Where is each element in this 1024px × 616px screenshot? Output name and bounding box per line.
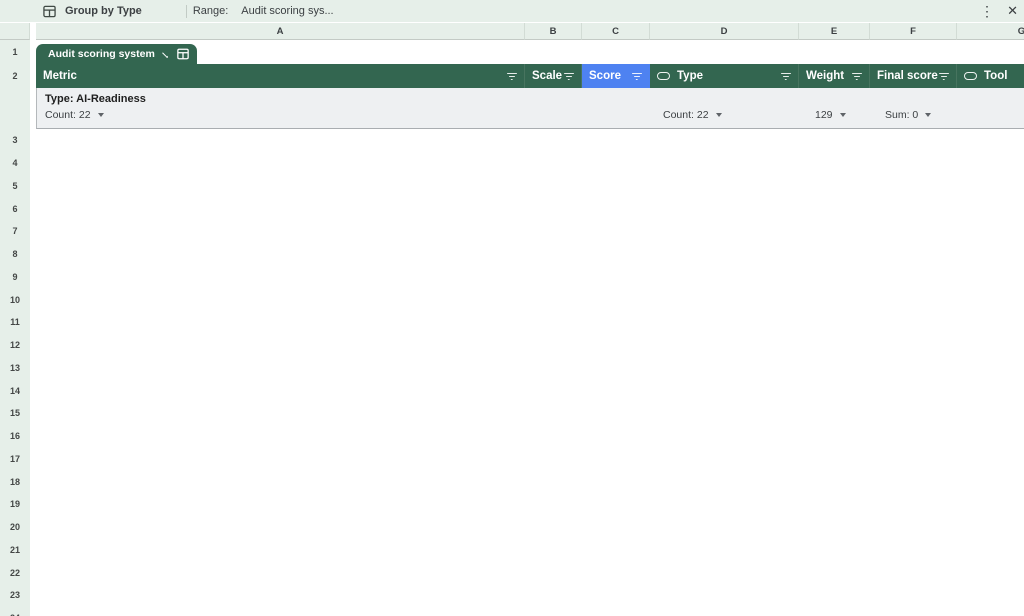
final-sum-dropdown[interactable]: Sum: 0 bbox=[885, 109, 931, 121]
filter-icon[interactable] bbox=[631, 72, 642, 81]
row-number[interactable]: 14 bbox=[0, 379, 30, 402]
row-number[interactable]: 4 bbox=[0, 152, 30, 175]
column-header-label: Tool bbox=[984, 70, 1007, 82]
group-count-dropdown[interactable]: Count: 22 bbox=[45, 109, 104, 121]
column-letter-G[interactable]: G bbox=[957, 23, 1024, 40]
dropdown-arrow-icon bbox=[925, 113, 931, 117]
row-number[interactable]: 20 bbox=[0, 516, 30, 539]
row-number[interactable]: 7 bbox=[0, 220, 30, 243]
row-number[interactable]: 18 bbox=[0, 470, 30, 493]
top-bar: Group by Type Range: Audit scoring sys..… bbox=[0, 0, 1024, 22]
column-header-label: Score bbox=[589, 70, 621, 82]
sheet-tab-label: Audit scoring system bbox=[48, 48, 155, 60]
column-letters-row: ABCDEFG bbox=[0, 23, 1024, 40]
kebab-menu-icon[interactable]: ⋮ bbox=[980, 1, 994, 21]
column-header-label: Scale bbox=[532, 70, 562, 82]
final-sum-label: Sum: 0 bbox=[885, 109, 918, 121]
sheet-tab[interactable]: Audit scoring system bbox=[36, 44, 184, 64]
row-number[interactable]: 19 bbox=[0, 493, 30, 516]
column-header-tool[interactable]: Tool bbox=[957, 64, 1024, 88]
column-letter-A[interactable]: A bbox=[36, 23, 525, 40]
corner-cell[interactable] bbox=[0, 23, 30, 40]
weight-total-dropdown[interactable]: 129 bbox=[815, 109, 846, 121]
column-letter-B[interactable]: B bbox=[525, 23, 582, 40]
row-number[interactable]: 2 bbox=[0, 64, 30, 88]
table-view-icon bbox=[43, 5, 56, 18]
group-title: Type: AI-Readiness bbox=[45, 93, 146, 105]
row-number[interactable]: 15 bbox=[0, 402, 30, 425]
group-count-label: Count: 22 bbox=[45, 109, 91, 121]
column-header-weight[interactable]: Weight bbox=[799, 64, 870, 88]
dropdown-arrow-icon bbox=[840, 113, 846, 117]
row-number[interactable]: 1 bbox=[0, 40, 30, 64]
close-icon[interactable]: ✕ bbox=[1007, 1, 1018, 21]
weight-total-label: 129 bbox=[815, 109, 833, 121]
dropdown-chip-icon bbox=[657, 72, 670, 80]
filter-icon[interactable] bbox=[506, 72, 517, 81]
row-number[interactable]: 3 bbox=[0, 129, 30, 152]
row-number[interactable]: 10 bbox=[0, 288, 30, 311]
column-header-label: Metric bbox=[43, 70, 77, 82]
dropdown-chip-icon bbox=[964, 72, 977, 80]
dropdown-arrow-icon bbox=[98, 113, 104, 117]
column-header-score[interactable]: Score bbox=[582, 64, 650, 88]
row-number[interactable]: 11 bbox=[0, 311, 30, 334]
filter-icon[interactable] bbox=[938, 72, 949, 81]
range-label: Range: bbox=[193, 5, 228, 17]
type-count-label: Count: 22 bbox=[663, 109, 709, 121]
column-letter-E[interactable]: E bbox=[799, 23, 870, 40]
row-number[interactable]: 22 bbox=[0, 561, 30, 584]
range-value[interactable]: Audit scoring sys... bbox=[241, 5, 333, 17]
column-letter-C[interactable]: C bbox=[582, 23, 650, 40]
row-number[interactable]: 12 bbox=[0, 334, 30, 357]
filter-icon[interactable] bbox=[563, 72, 574, 81]
column-letter-D[interactable]: D bbox=[650, 23, 799, 40]
view-title: Group by Type bbox=[65, 5, 142, 17]
column-header-final-score[interactable]: Final score bbox=[870, 64, 957, 88]
row-number[interactable]: 24 bbox=[0, 607, 30, 616]
column-letter-F[interactable]: F bbox=[870, 23, 957, 40]
table-icon-tab[interactable] bbox=[168, 44, 197, 64]
column-header-type[interactable]: Type bbox=[650, 64, 799, 88]
column-header-label: Type bbox=[677, 70, 703, 82]
column-header-metric[interactable]: Metric bbox=[36, 64, 525, 88]
column-header-scale[interactable]: Scale bbox=[525, 64, 582, 88]
filter-icon[interactable] bbox=[851, 72, 862, 81]
row-number[interactable]: 9 bbox=[0, 266, 30, 289]
filter-icon[interactable] bbox=[780, 72, 791, 81]
row-number[interactable]: 13 bbox=[0, 357, 30, 380]
column-header-label: Weight bbox=[806, 70, 844, 82]
group-header-band: Type: AI-Readiness Count: 22 Count: 22 1… bbox=[36, 88, 1024, 129]
row-number[interactable]: 21 bbox=[0, 539, 30, 562]
row-number[interactable]: 16 bbox=[0, 425, 30, 448]
column-header-label: Final score bbox=[877, 70, 938, 82]
row-number[interactable]: 5 bbox=[0, 175, 30, 198]
table-view-panel: Group by Type Range: Audit scoring sys..… bbox=[0, 0, 1024, 616]
dropdown-arrow-icon bbox=[716, 113, 722, 117]
row-number[interactable]: 8 bbox=[0, 243, 30, 266]
table-icon bbox=[177, 48, 189, 60]
row-number[interactable]: 17 bbox=[0, 448, 30, 471]
row-number[interactable]: 23 bbox=[0, 584, 30, 607]
type-count-dropdown[interactable]: Count: 22 bbox=[663, 109, 722, 121]
row-number[interactable]: 6 bbox=[0, 197, 30, 220]
topbar-divider bbox=[186, 5, 187, 18]
